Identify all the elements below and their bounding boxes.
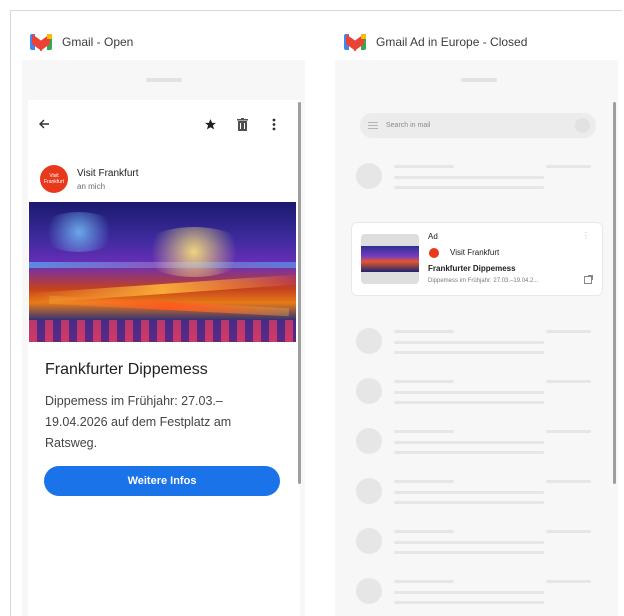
- left-scrollbar[interactable]: [298, 102, 301, 484]
- gmail-logo-icon: [30, 34, 52, 52]
- sender-name: Visit Frankfurt: [77, 168, 139, 179]
- ad-snippet: Dippemess im Frühjahr: 27.03.–19.04.2...: [428, 278, 539, 284]
- gmail-logo-icon: [344, 34, 366, 52]
- open-external-icon[interactable]: [584, 275, 593, 284]
- placeholder-row: [356, 575, 601, 605]
- left-phone-notch: [146, 78, 182, 82]
- account-avatar[interactable]: [575, 118, 590, 133]
- more-info-button[interactable]: Weitere Infos: [44, 466, 280, 496]
- ad-badge: Ad: [428, 232, 438, 241]
- right-panel-title: Gmail Ad in Europe - Closed: [376, 35, 528, 49]
- placeholder-row: [356, 425, 601, 455]
- ad-more-icon[interactable]: ⋮: [582, 231, 590, 240]
- inbox-ad-card[interactable]: Ad ⋮ Visit Frankfurt Frankfurter Dippeme…: [351, 222, 603, 296]
- right-panel-header: Gmail Ad in Europe - Closed: [344, 34, 528, 52]
- menu-icon[interactable]: [368, 122, 378, 129]
- ad-sender-icon: [429, 248, 439, 258]
- more-info-button-label: Weitere Infos: [127, 475, 197, 487]
- ad-subject: Frankfurter Dippemess: [428, 264, 516, 273]
- left-panel-title: Gmail - Open: [62, 35, 134, 49]
- search-input[interactable]: Search in mail: [360, 113, 596, 138]
- trash-icon[interactable]: [237, 118, 248, 135]
- recipient-label: an mich: [77, 182, 106, 191]
- placeholder-row: [356, 375, 601, 405]
- email-open-screen: [28, 100, 300, 616]
- more-vert-icon[interactable]: [272, 118, 276, 135]
- right-scrollbar[interactable]: [613, 102, 616, 484]
- email-title: Frankfurter Dippemess: [45, 361, 208, 378]
- star-icon[interactable]: [204, 118, 217, 135]
- placeholder-row: [356, 160, 601, 190]
- back-arrow-icon[interactable]: [38, 118, 50, 134]
- placeholder-row: [356, 475, 601, 505]
- ad-sender-name: Visit Frankfurt: [450, 248, 500, 257]
- placeholder-row: [356, 525, 601, 555]
- placeholder-row: [356, 325, 601, 355]
- sender-avatar: Visit Frankfurt: [40, 165, 68, 193]
- ad-thumbnail: [361, 234, 419, 284]
- email-body: Dippemess im Frühjahr: 27.03.–19.04.2026…: [45, 394, 232, 450]
- left-panel-header: Gmail - Open: [30, 34, 134, 52]
- search-placeholder: Search in mail: [386, 122, 431, 129]
- right-phone-notch: [461, 78, 497, 82]
- hero-image[interactable]: [29, 202, 296, 342]
